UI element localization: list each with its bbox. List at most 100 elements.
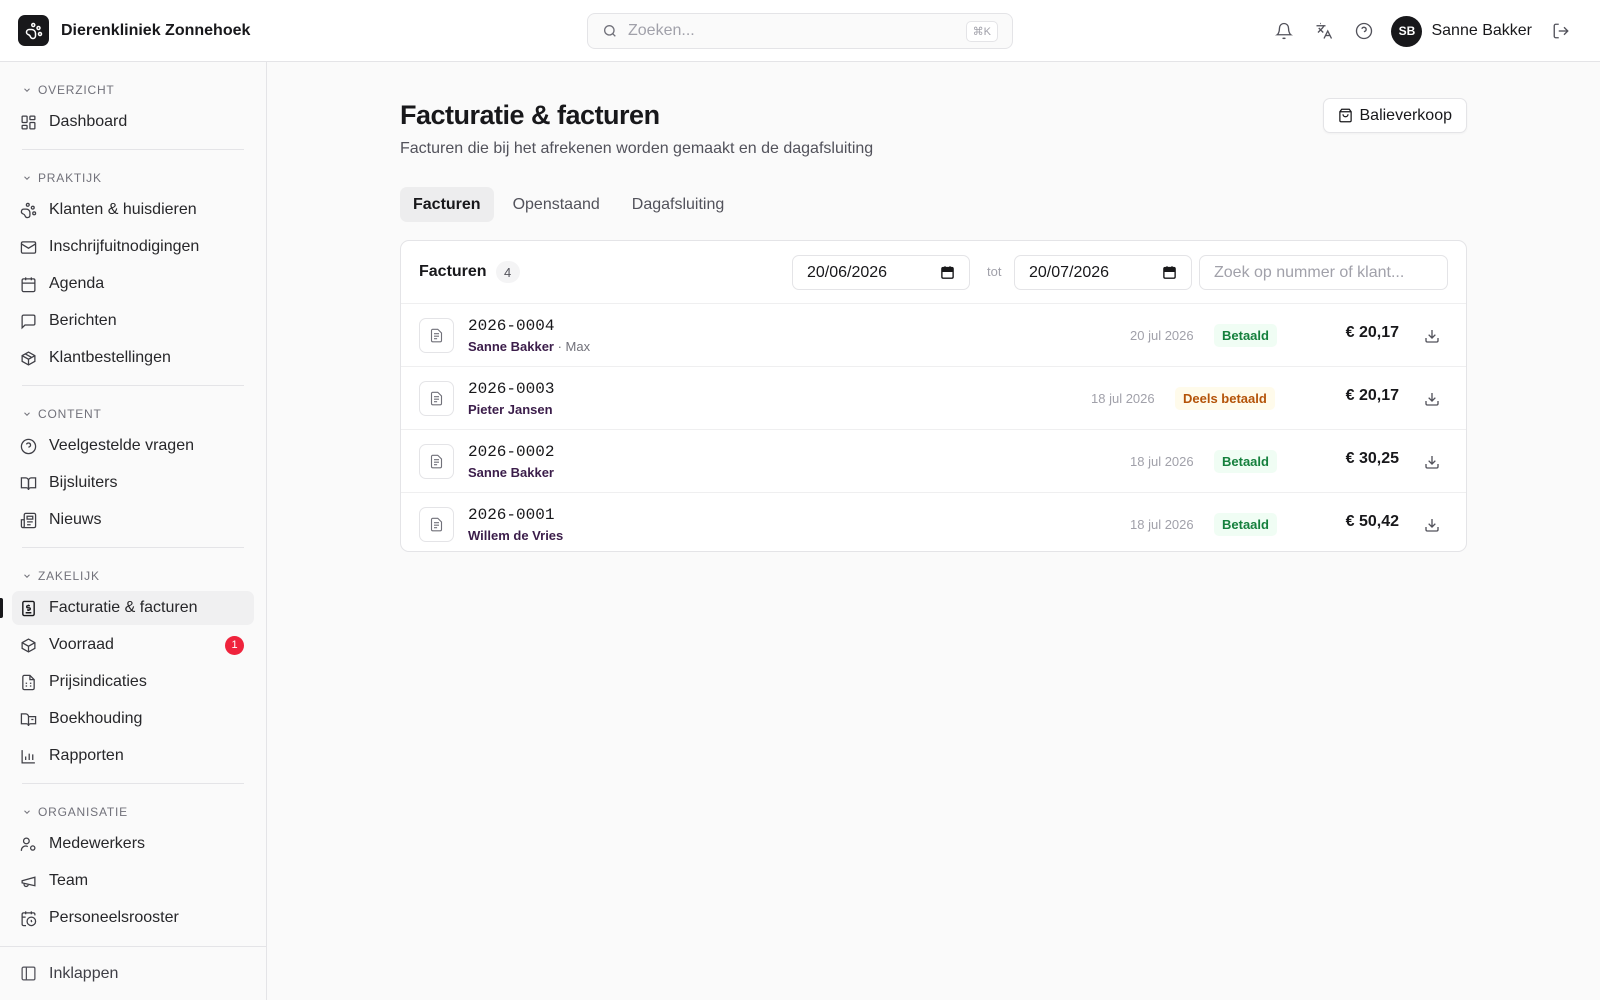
invoice-amount: € 50,42 [1345, 513, 1399, 530]
invoices-card-header: Facturen 4 20/06/2026 tot 20/07/2026 [401, 241, 1466, 304]
download-button[interactable] [1422, 452, 1442, 472]
box-icon [21, 637, 36, 653]
message-icon [21, 313, 36, 329]
user-name[interactable]: Sanne Bakker [1431, 22, 1532, 40]
document-icon [419, 380, 454, 416]
download-button[interactable] [1422, 389, 1442, 409]
logout-icon [1553, 23, 1569, 39]
sidebar-item-nieuws[interactable]: Nieuws [12, 503, 254, 537]
date-from-field[interactable]: 20/06/2026 [792, 255, 970, 290]
invoices-card: Facturen 4 20/06/2026 tot 20/07/2026 202… [400, 240, 1467, 552]
collapse-sidebar-button[interactable]: Inklappen [0, 946, 266, 1000]
translate-icon [1316, 22, 1333, 39]
shopping-bag-icon [1338, 108, 1352, 123]
sidebar-item-berichten[interactable]: Berichten [12, 304, 254, 338]
calendar-clock-icon [21, 910, 37, 926]
invoice-row[interactable]: 2026-0002 Sanne Bakker 18 jul 2026 Betaa… [401, 430, 1466, 493]
date-to-field[interactable]: 20/07/2026 [1014, 255, 1192, 290]
invoice-number[interactable]: 2026-0003 [468, 380, 554, 398]
group-zakelijk[interactable]: ZAKELIJK [12, 567, 254, 585]
sidebar-item-boekhouding[interactable]: Boekhouding [12, 702, 254, 736]
notification-badge: 1 [225, 635, 244, 655]
global-search[interactable]: ⌘K [587, 13, 1013, 49]
invoice-row[interactable]: 2026-0001 Willem de Vries 18 jul 2026 Be… [401, 493, 1466, 551]
invoice-number[interactable]: 2026-0004 [468, 317, 590, 335]
sidebar-item-klanten[interactable]: Klanten & huisdieren [12, 193, 254, 227]
logout-button[interactable] [1546, 16, 1576, 46]
sidebar-item-bijsluiters[interactable]: Bijsluiters [12, 466, 254, 500]
chevron-down-icon [24, 574, 30, 578]
help-button[interactable] [1349, 16, 1379, 46]
download-icon [1425, 330, 1439, 343]
tab-dagafsluiting[interactable]: Dagafsluiting [619, 187, 738, 222]
invoice-row[interactable]: 2026-0004 Sanne Bakker · Max 20 jul 2026… [401, 304, 1466, 367]
download-button[interactable] [1422, 326, 1442, 346]
tab-openstaand[interactable]: Openstaand [500, 187, 613, 222]
invoice-date: 20 jul 2026 [1130, 328, 1194, 343]
status-badge: Betaald [1214, 513, 1277, 536]
group-organisatie[interactable]: ORGANISATIE [12, 803, 254, 821]
invoice-amount: € 20,17 [1345, 387, 1399, 404]
megaphone-icon [21, 875, 36, 887]
sidebar-item-voorraad[interactable]: Voorraad 1 [12, 628, 254, 662]
search-icon [604, 25, 616, 37]
sidebar-item-klantbestellingen[interactable]: Klantbestellingen [12, 341, 254, 375]
chevron-down-icon [24, 810, 30, 814]
document-icon [419, 507, 454, 542]
download-icon [1425, 519, 1439, 532]
avatar[interactable]: SB [1391, 15, 1423, 47]
document-icon [419, 317, 454, 353]
sidebar-item-team[interactable]: Team [12, 864, 254, 898]
status-badge: Deels betaald [1175, 387, 1275, 410]
invoice-amount: € 30,25 [1345, 450, 1399, 467]
group-overzicht[interactable]: OVERZICHT [12, 81, 254, 99]
package-icon [21, 350, 36, 366]
divider [22, 783, 244, 784]
dashboard-grid-icon [21, 114, 36, 130]
sidebar-item-dashboard[interactable]: Dashboard [12, 105, 254, 139]
brand[interactable]: Dierenkliniek Zonnehoek [18, 15, 578, 46]
search-input[interactable] [628, 22, 966, 40]
user-cog-icon [20, 836, 36, 851]
calculator-icon [22, 674, 35, 690]
client-name[interactable]: Willem de Vries [468, 528, 563, 543]
sidebar-item-personeelsrooster[interactable]: Personeelsrooster [12, 901, 254, 935]
group-praktijk[interactable]: PRAKTIJK [12, 169, 254, 187]
calendar-icon[interactable] [940, 265, 955, 280]
tabs: Facturen Openstaand Dagafsluiting [400, 187, 743, 222]
invoice-number[interactable]: 2026-0001 [468, 506, 563, 524]
top-bar: Dierenkliniek Zonnehoek ⌘K SB Sanne Bakk… [0, 0, 1600, 62]
client-name[interactable]: Sanne Bakker [468, 339, 554, 354]
sidebar-item-agenda[interactable]: Agenda [12, 267, 254, 301]
group-content[interactable]: CONTENT [12, 405, 254, 423]
tab-facturen[interactable]: Facturen [400, 187, 494, 222]
language-button[interactable] [1309, 16, 1339, 46]
download-icon [1425, 456, 1439, 469]
status-badge: Betaald [1214, 324, 1277, 347]
sidebar-item-rapporten[interactable]: Rapporten [12, 739, 254, 773]
counter-sale-button[interactable]: Balieverkoop [1322, 98, 1467, 133]
invoice-date: 18 jul 2026 [1130, 454, 1194, 469]
sidebar-item-facturatie[interactable]: Facturatie & facturen [0, 591, 254, 625]
client-name[interactable]: Pieter Jansen [468, 402, 553, 417]
invoices-card-title: Facturen [419, 263, 487, 280]
invoice-row[interactable]: 2026-0003 Pieter Jansen 18 jul 2026 Deel… [401, 367, 1466, 430]
sidebar-item-inschrijfuitnodigingen[interactable]: Inschrijfuitnodigingen [12, 230, 254, 264]
search-shortcut: ⌘K [965, 20, 998, 42]
client-name[interactable]: Sanne Bakker [468, 465, 554, 480]
paw-logo-icon [18, 15, 49, 46]
calendar-icon[interactable] [1162, 265, 1177, 280]
ledger-icon [20, 712, 37, 726]
notifications-button[interactable] [1269, 16, 1299, 46]
sidebar-item-veelgestelde-vragen[interactable]: Veelgestelde vragen [12, 429, 254, 463]
invoice-number[interactable]: 2026-0002 [468, 443, 554, 461]
sidebar-item-hr[interactable]: HR [12, 938, 254, 946]
download-button[interactable] [1422, 515, 1442, 535]
receipt-icon [22, 600, 35, 616]
page-title: Facturatie & facturen [400, 100, 660, 130]
sidebar-item-prijsindicaties[interactable]: Prijsindicaties [12, 665, 254, 699]
chevron-down-icon [24, 88, 30, 92]
sidebar-scroll[interactable]: OVERZICHT Dashboard PRAKTIJK Klanten & h… [0, 62, 266, 946]
sidebar-item-medewerkers[interactable]: Medewerkers [12, 827, 254, 861]
invoice-search-input[interactable] [1199, 255, 1448, 290]
